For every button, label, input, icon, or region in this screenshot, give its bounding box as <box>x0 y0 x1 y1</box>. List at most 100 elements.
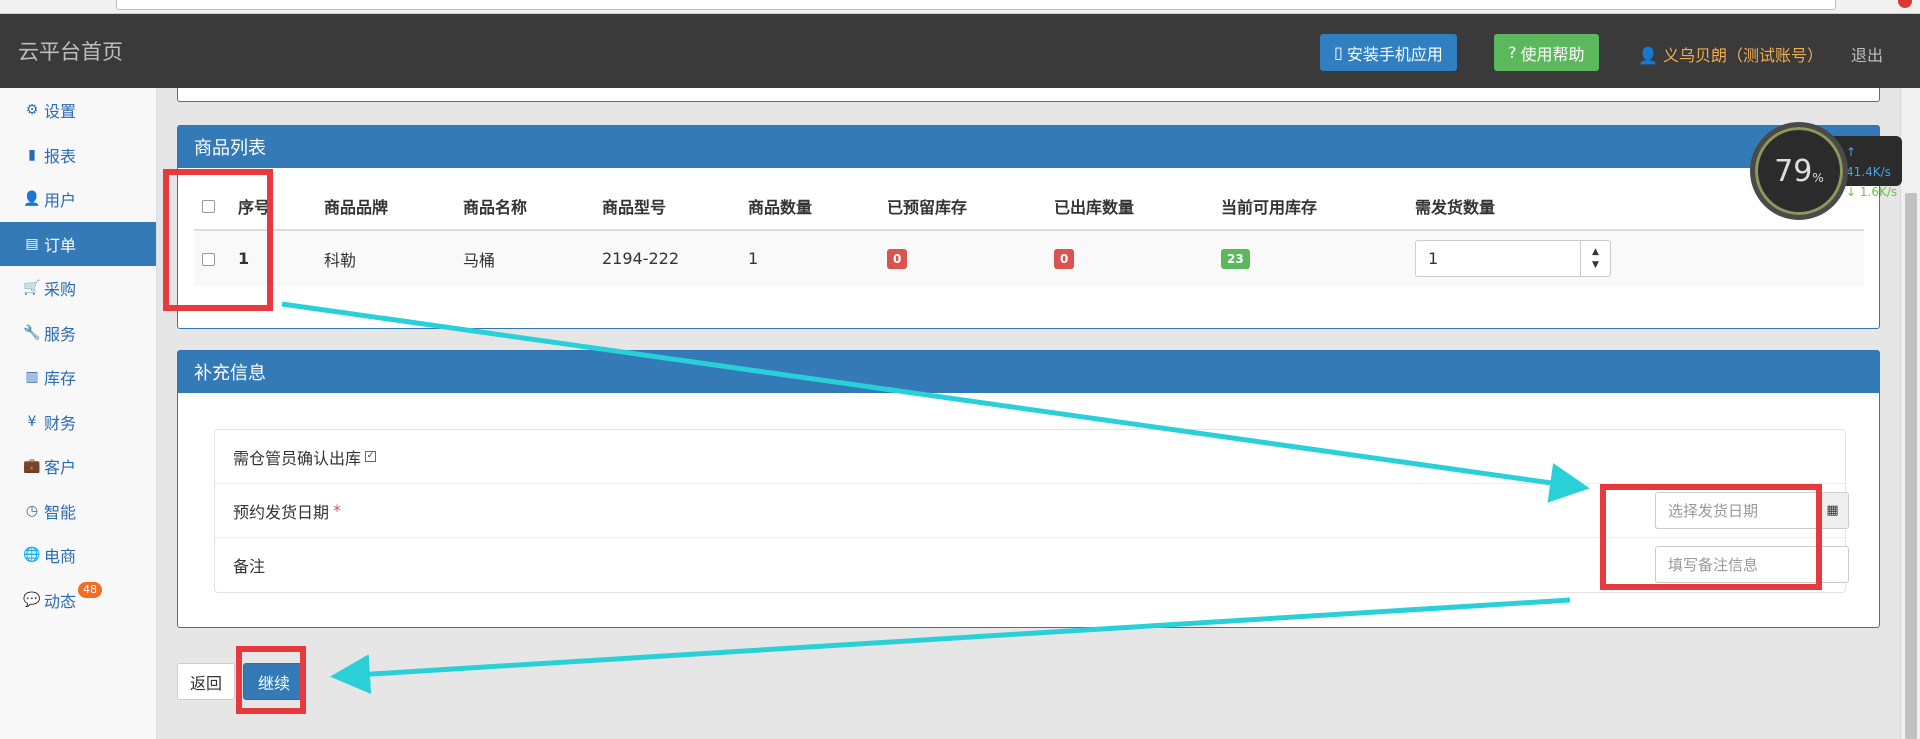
help-label: 使用帮助 <box>1520 44 1585 64</box>
sidebar-item-orders[interactable]: ▤ 订单 <box>0 221 156 266</box>
user-menu[interactable]: 👤 义乌贝朗（测试账号） <box>1638 42 1823 66</box>
note-label: 备注 <box>233 557 266 576</box>
select-all-checkbox[interactable] <box>202 200 215 213</box>
extra-info-form: 需仓管员确认出库 ✓ 预约发货日期 * 选择发货日期 ▦ 备注 填写备注信息 <box>214 429 1849 593</box>
confirm-checkbox[interactable]: ✓ <box>365 451 377 462</box>
date-row: 预约发货日期 * 选择发货日期 ▦ <box>215 484 1849 538</box>
previous-panel-bottom <box>177 88 1880 102</box>
ship-quantity-stepper[interactable]: 1 ▲ ▼ <box>1415 240 1611 277</box>
row-checkbox[interactable] <box>202 253 215 266</box>
sidebar-item-settings[interactable]: ⚙ 设置 <box>0 88 156 133</box>
upload-rate: ↑ 41.4K/s <box>1846 145 1891 179</box>
sidebar-item-label: 智能 <box>44 502 77 522</box>
select-all-cell <box>194 182 230 231</box>
gear-icon: ⚙ <box>25 102 39 119</box>
sidebar-item-users[interactable]: 👤 用户 <box>0 177 156 222</box>
wrench-icon: 🔧 <box>23 324 41 341</box>
row-ship-qty-cell: 1 ▲ ▼ <box>1407 230 1779 286</box>
reserved-badge: 0 <box>887 249 908 269</box>
required-mark: * <box>333 501 342 520</box>
browser-toolbar <box>0 0 1920 14</box>
date-label: 预约发货日期 <box>233 502 330 522</box>
sidebar-item-label: 报表 <box>44 146 77 166</box>
user-name: 义乌贝朗（测试账号） <box>1663 46 1824 65</box>
bar-chart-icon: ▮ <box>28 146 36 163</box>
logout-link[interactable]: 退出 <box>1851 42 1883 66</box>
stepper-up-icon[interactable]: ▲ <box>1592 246 1599 259</box>
install-app-button[interactable]: ▯ 安装手机应用 <box>1320 34 1457 71</box>
brand-home-link[interactable]: 云平台首页 <box>18 36 123 66</box>
row-shipped-cell: 0 <box>1046 230 1213 286</box>
col-reserved: 已预留库存 <box>879 182 1046 231</box>
sidebar-item-label: 订单 <box>44 235 77 255</box>
help-button[interactable]: ? 使用帮助 <box>1494 34 1599 71</box>
network-speed-widget[interactable]: ↑ 41.4K/s ↓ 1.6K/s 79% <box>1750 122 1902 220</box>
continue-button[interactable]: 继续 <box>243 663 306 700</box>
list-icon: ▤ <box>25 235 39 252</box>
comment-icon: 💬 <box>23 591 41 608</box>
sidebar-item-customers[interactable]: 💼 客户 <box>0 444 156 489</box>
sidebar-item-label: 客户 <box>44 458 77 478</box>
sidebar-item-label: 用户 <box>44 191 77 211</box>
sidebar-item-label: 设置 <box>44 102 77 122</box>
row-index: 1 <box>230 230 316 286</box>
sidebar-item-inventory[interactable]: ▥ 库存 <box>0 355 156 400</box>
col-brand: 商品品牌 <box>316 182 455 231</box>
ship-quantity-value[interactable]: 1 <box>1416 249 1580 268</box>
col-name: 商品名称 <box>455 182 594 231</box>
shipped-badge: 0 <box>1054 249 1075 269</box>
sidebar-item-purchase[interactable]: 🛒 采购 <box>0 266 156 311</box>
col-available: 当前可用库存 <box>1213 182 1407 231</box>
main-content: 商品列表 序号 商品品牌 商品名称 商品型号 商品数量 已预留库存 已出库数量 … <box>157 88 1900 739</box>
note-input[interactable]: 填写备注信息 <box>1655 546 1849 583</box>
sidebar-item-reports[interactable]: ▮ 报表 <box>0 133 156 178</box>
row-reserved-cell: 0 <box>879 230 1046 286</box>
col-ship-qty: 需发货数量 <box>1407 182 1779 231</box>
question-icon: ? <box>1508 43 1517 62</box>
sidebar-item-service[interactable]: 🔧 服务 <box>0 311 156 356</box>
confirm-row: 需仓管员确认出库 ✓ <box>215 430 1845 484</box>
usage-ring: 79% <box>1750 122 1848 220</box>
table-row: 1 科勒 马桶 2194-222 1 0 0 23 1 ▲ ▼ <box>194 230 1864 286</box>
extra-info-panel: 补充信息 需仓管员确认出库 ✓ 预约发货日期 * 选择发货日期 ▦ 备注 填写备… <box>177 350 1880 628</box>
sidebar-item-label: 电商 <box>44 547 77 567</box>
sidebar-item-label: 财务 <box>44 413 77 433</box>
sidebar-item-activity[interactable]: 💬 动态 48 <box>0 578 156 623</box>
download-rate-value: 1.6K/s <box>1859 185 1898 199</box>
calendar-icon[interactable]: ▦ <box>1816 493 1848 528</box>
top-navbar: 云平台首页 ▯ 安装手机应用 ? 使用帮助 👤 义乌贝朗（测试账号） 退出 <box>0 14 1920 88</box>
ship-date-picker[interactable]: 选择发货日期 ▦ <box>1655 492 1849 529</box>
col-index: 序号 <box>230 182 316 231</box>
ship-date-input[interactable]: 选择发货日期 <box>1656 493 1816 528</box>
row-available-cell: 23 <box>1213 230 1407 286</box>
goods-table-header: 序号 商品品牌 商品名称 商品型号 商品数量 已预留库存 已出库数量 当前可用库… <box>194 182 1864 231</box>
user-icon: 👤 <box>1638 46 1658 65</box>
goods-list-panel: 商品列表 序号 商品品牌 商品名称 商品型号 商品数量 已预留库存 已出库数量 … <box>177 125 1880 329</box>
sidebar-item-ecommerce[interactable]: 🌐 电商 <box>0 533 156 578</box>
address-bar[interactable] <box>116 0 1836 10</box>
sidebar-item-label: 采购 <box>44 280 77 300</box>
col-shipped: 已出库数量 <box>1046 182 1213 231</box>
stepper-down-icon[interactable]: ▼ <box>1592 259 1599 272</box>
col-quantity: 商品数量 <box>740 182 879 231</box>
row-remark <box>1779 230 1864 286</box>
dashboard-icon: ◷ <box>25 502 39 519</box>
available-badge: 23 <box>1221 249 1250 269</box>
row-quantity: 1 <box>740 230 879 286</box>
globe-icon: 🌐 <box>23 547 41 564</box>
sidebar-item-smart[interactable]: ◷ 智能 <box>0 489 156 534</box>
scrollbar-thumb[interactable] <box>1905 193 1917 739</box>
back-button[interactable]: 返回 <box>177 663 236 700</box>
install-app-label: 安装手机应用 <box>1346 44 1443 64</box>
sidebar-item-finance[interactable]: ¥ 财务 <box>0 400 156 445</box>
extra-panel-title: 补充信息 <box>178 351 1879 393</box>
confirm-label: 需仓管员确认出库 <box>233 448 362 468</box>
sidebar-item-label: 库存 <box>44 369 77 389</box>
note-row: 备注 填写备注信息 <box>215 538 1849 592</box>
goods-panel-title: 商品列表 <box>178 126 1879 168</box>
cart-icon: 🛒 <box>23 280 41 297</box>
row-model: 2194-222 <box>594 230 740 286</box>
goods-table: 序号 商品品牌 商品名称 商品型号 商品数量 已预留库存 已出库数量 当前可用库… <box>194 182 1864 286</box>
browser-menu-icon[interactable] <box>1898 0 1912 8</box>
page-scrollbar[interactable] <box>1900 88 1920 739</box>
